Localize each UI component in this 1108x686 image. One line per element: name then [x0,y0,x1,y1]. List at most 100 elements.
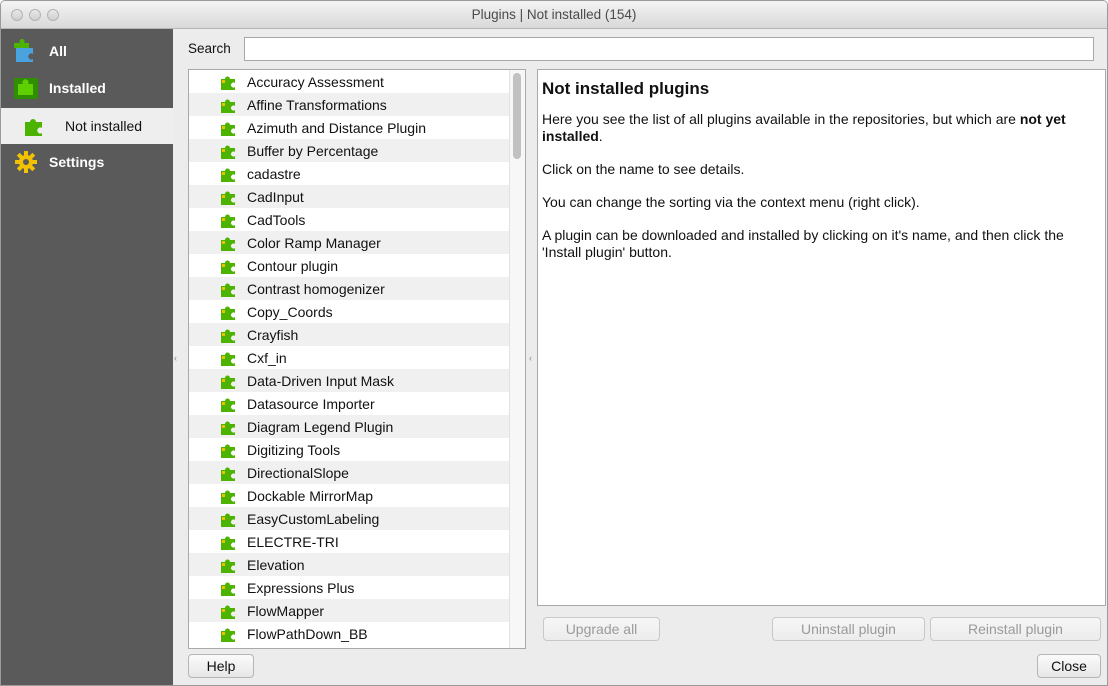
plugin-list-item[interactable]: EasyCustomLabeling [189,507,525,530]
plugin-details-panel: Not installed plugins Here you see the l… [537,69,1106,606]
plugin-list-item[interactable]: Elevation [189,553,525,576]
puzzle-piece-icon [221,444,235,458]
plugin-name: Buffer by Percentage [247,142,379,159]
puzzle-piece-icon [221,122,235,136]
puzzle-piece-icon [221,260,235,274]
plugin-list-item[interactable]: CadTools [189,208,525,231]
puzzle-piece-icon [221,214,235,228]
plugin-list-item[interactable]: DirectionalSlope [189,461,525,484]
plugin-list-item[interactable]: Copy_Coords [189,300,525,323]
puzzle-piece-icon [221,559,235,573]
puzzle-all-icon [14,39,33,62]
sidebar-item-all[interactable]: All [1,33,173,69]
puzzle-installed-icon [14,78,38,99]
plugin-list-item[interactable]: Azimuth and Distance Plugin [189,116,525,139]
details-paragraph: Click on the name to see details. [542,161,745,177]
title-bar: Plugins | Not installed (154) [1,1,1107,29]
puzzle-piece-icon [221,536,235,550]
plugin-list-item[interactable]: ELECTRE-TRI [189,530,525,553]
plugin-name: Cxf_in [247,349,287,366]
puzzle-piece-icon [221,191,235,205]
puzzle-piece-icon [221,375,235,389]
plugin-name: Data-Driven Input Mask [247,372,395,389]
upgrade-all-button[interactable]: Upgrade all [543,617,660,641]
plugin-name: Affine Transformations [247,96,387,113]
help-button[interactable]: Help [188,654,254,678]
plugin-list-item[interactable]: CadInput [189,185,525,208]
plugin-name: Elevation [247,556,305,573]
plugin-name: Copy_Coords [247,303,333,320]
puzzle-piece-icon [221,99,235,113]
plugin-name: Expressions Plus [247,579,355,596]
plugin-name: Color Ramp Manager [247,234,381,251]
plugin-list-item[interactable]: Contour plugin [189,254,525,277]
reinstall-plugin-button[interactable]: Reinstall plugin [930,617,1101,641]
plugin-list-item[interactable]: Color Ramp Manager [189,231,525,254]
plugin-name: CadTools [247,211,306,228]
plugin-name: CadInput [247,188,304,205]
plugin-list-item[interactable]: Accuracy Assessment [189,70,525,93]
plugin-list-item[interactable]: Affine Transformations [189,93,525,116]
plugin-name: FlowMapper [247,602,325,619]
plugin-list-item[interactable]: Dockable MirrorMap [189,484,525,507]
plugin-list-item[interactable]: Expressions Plus [189,576,525,599]
details-paragraph: Here you see the list of all plugins ava… [542,111,1066,144]
plugin-list-item[interactable]: Contrast homogenizer [189,277,525,300]
puzzle-piece-icon [221,76,235,90]
plugin-name: Contrast homogenizer [247,280,385,297]
window-title: Plugins | Not installed (154) [471,7,637,22]
puzzle-piece-icon [221,352,235,366]
plugin-name: Dockable MirrorMap [247,487,374,504]
sidebar-item-settings[interactable]: Settings [1,144,173,180]
puzzle-piece-icon [221,421,235,435]
plugin-list-item[interactable]: Digitizing Tools [189,438,525,461]
plugin-name: Contour plugin [247,257,339,274]
plugin-list-item[interactable]: FlowPathDown_BB [189,622,525,645]
plugin-list-item[interactable]: Data-Driven Input Mask [189,369,525,392]
plugin-name: Azimuth and Distance Plugin [247,119,426,136]
puzzle-piece-icon [221,628,235,642]
plugin-list-item[interactable]: Diagram Legend Plugin [189,415,525,438]
plugin-list-scroll-thumb[interactable] [513,73,521,159]
search-label: Search [188,41,231,56]
puzzle-piece-icon [221,490,235,504]
plugin-list-item[interactable]: Datasource Importer [189,392,525,415]
plugin-list-item[interactable]: cadastre [189,162,525,185]
splitter-handle-left[interactable]: ‹ [174,353,177,363]
details-heading: Not installed plugins [542,79,710,98]
plugin-name: DirectionalSlope [247,464,349,481]
search-input[interactable] [244,37,1094,61]
plugin-list[interactable]: Accuracy Assessment Affine Transformation… [188,69,526,649]
puzzle-piece-icon [221,168,235,182]
sidebar-item-label: Not installed [65,118,143,134]
puzzle-piece-icon [221,306,235,320]
splitter-handle-right[interactable]: ‹ [529,353,532,363]
details-paragraph: You can change the sorting via the conte… [542,194,920,210]
plugin-name: EasyCustomLabeling [247,510,380,527]
sidebar-item-installed[interactable]: Installed [1,70,173,106]
plugin-name: Diagram Legend Plugin [247,418,394,435]
sidebar-item-label: All [49,43,67,59]
puzzle-piece-icon [221,513,235,527]
sidebar-item-label: Settings [49,154,105,170]
uninstall-plugin-button[interactable]: Uninstall plugin [772,617,925,641]
puzzle-piece-icon [221,145,235,159]
plugin-list-item[interactable]: Buffer by Percentage [189,139,525,162]
plugin-name: Crayfish [247,326,299,343]
sidebar: All Installed Not installed Settings [1,29,173,685]
sidebar-item-not-installed[interactable]: Not installed [1,108,173,144]
close-button[interactable]: Close [1037,654,1101,678]
plugin-name: cadastre [247,165,301,182]
plugins-window: Plugins | Not installed (154) All Instal… [0,0,1108,686]
gear-icon [15,151,37,173]
details-paragraph: A plugin can be downloaded and installed… [542,227,1064,260]
puzzle-piece-icon [221,467,235,481]
plugin-name: Digitizing Tools [247,441,341,458]
plugin-list-item[interactable]: Crayfish [189,323,525,346]
plugin-name: ELECTRE-TRI [247,533,339,550]
puzzle-piece-icon [221,237,235,251]
plugin-list-item[interactable]: Cxf_in [189,346,525,369]
puzzle-piece-icon [221,582,235,596]
sidebar-item-label: Installed [49,80,106,96]
plugin-list-item[interactable]: FlowMapper [189,599,525,622]
